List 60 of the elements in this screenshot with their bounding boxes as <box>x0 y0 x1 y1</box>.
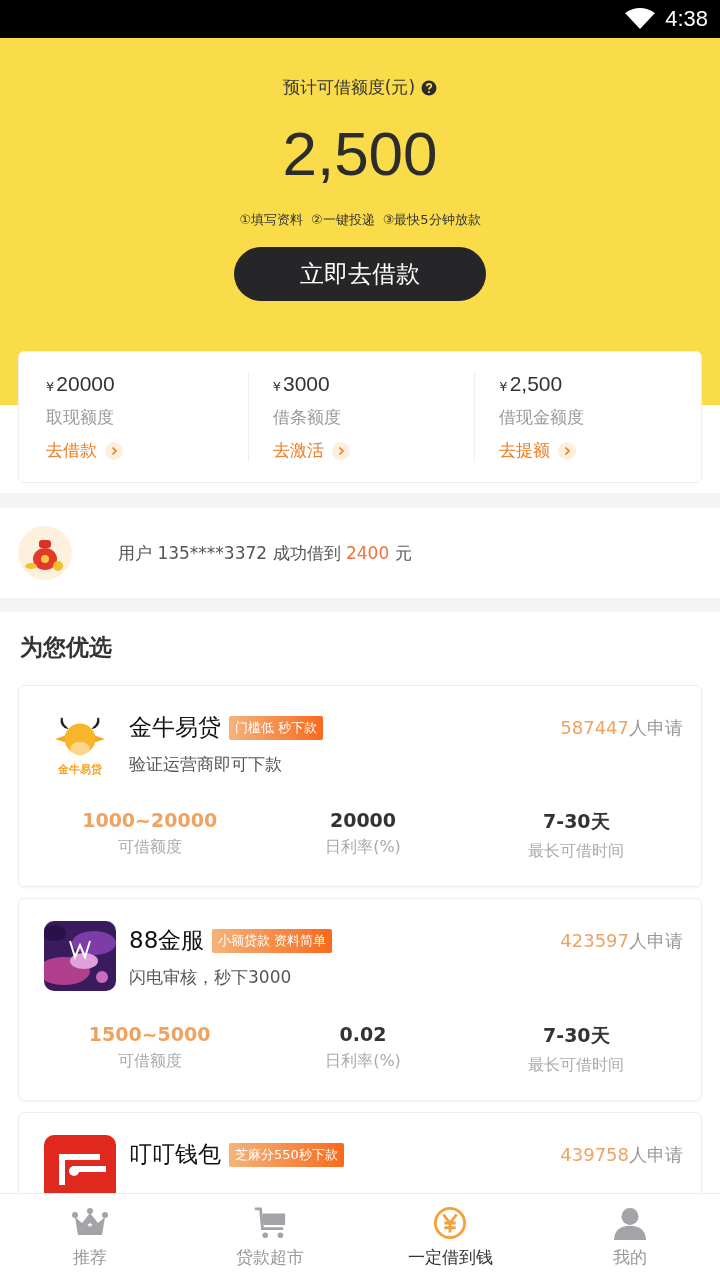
quota-link[interactable]: 去提额 <box>499 439 551 462</box>
ticker-text: 用户 135****3372 成功借到 2400 元 <box>118 541 412 565</box>
product-subtitle: 验证运营商即可下款 <box>129 753 283 776</box>
product-name: 88金服 <box>129 926 205 955</box>
help-icon[interactable] <box>421 79 438 96</box>
product-tag: 芝麻分550秒下款 <box>229 1142 344 1167</box>
tab-item[interactable]: 我的 <box>540 1194 720 1280</box>
tab-item[interactable]: 贷款超市 <box>180 1194 360 1280</box>
stat-label: 日利率(%) <box>325 1051 401 1072</box>
step-text: ③最快5分钟放款 <box>382 211 481 229</box>
quota-amount: 3000 <box>282 372 330 396</box>
step-text: ①填写资料 <box>239 211 304 229</box>
product-card[interactable]: 金牛易贷 金牛易贷 门槛低 秒下款 验证运营商即可下款 587447人申请 1000~20000 可借额度 20000 日利率(%) 7-30天 最长可借时间 <box>18 685 702 887</box>
quota-link[interactable]: 去借款 <box>46 439 97 462</box>
yen-coin-icon <box>432 1205 468 1240</box>
stat-value: 1500~5000 <box>88 1023 211 1045</box>
chevron-icon[interactable] <box>331 441 350 460</box>
person-icon <box>612 1205 648 1240</box>
chevron-icon[interactable] <box>558 441 577 460</box>
tab-item[interactable]: 一定借到钱 <box>360 1194 540 1280</box>
currency-sign: ¥ <box>272 379 281 394</box>
apply-count: 423597人申请 <box>560 929 683 953</box>
logo-text: 金牛易贷 <box>58 762 102 777</box>
product-tag: 小额贷款 资料简单 <box>212 928 333 953</box>
hero-title: 预计可借额度(元) <box>282 76 416 99</box>
product-name: 叮叮钱包 <box>129 1140 221 1169</box>
tab-item[interactable]: 推荐 <box>0 1194 180 1280</box>
product-tag: 门槛低 秒下款 <box>229 715 324 740</box>
credit-amount: 2,500 <box>282 119 438 189</box>
stat-value: 1000~20000 <box>82 809 218 831</box>
quota-label: 借条额度 <box>272 406 342 429</box>
stat-value: 7-30天 <box>543 809 610 834</box>
quota-amount: 20000 <box>56 372 115 396</box>
borrow-button[interactable]: 立即去借款 <box>234 247 486 301</box>
stat-label: 最长可借时间 <box>528 841 625 862</box>
product-name: 金牛易贷 <box>129 713 221 742</box>
quota-label: 借现金额度 <box>499 406 586 429</box>
quota-link[interactable]: 去激活 <box>272 439 324 462</box>
currency-sign: ¥ <box>499 379 508 394</box>
stat-label: 可借额度 <box>117 837 182 858</box>
stat-label: 最长可借时间 <box>528 1055 625 1076</box>
apply-count: 587447人申请 <box>560 716 683 740</box>
product-card[interactable]: 88金服 小额贷款 资料简单 闪电审核，秒下3000 423597人申请 1500~5000 可借额度 0.02 日利率(%) 7-30天 最长可借时间 <box>18 898 702 1101</box>
step-text: ②一键投递 <box>311 211 375 229</box>
section-title: 为您优选 <box>19 633 113 662</box>
cart-icon <box>252 1205 288 1240</box>
product-subtitle: 闪电审核，秒下3000 <box>129 966 293 989</box>
money-bag-icon <box>18 526 72 580</box>
quota-label: 取现额度 <box>46 406 115 429</box>
apply-count: 439758人申请 <box>560 1143 683 1167</box>
wifi-icon <box>625 8 656 30</box>
status-time: 4:38 <box>665 6 708 32</box>
currency-sign: ¥ <box>46 379 55 394</box>
stat-value: 20000 <box>329 809 397 831</box>
stat-value: 7-30天 <box>543 1023 610 1048</box>
quota-amount: 2,500 <box>509 372 563 396</box>
chevron-icon[interactable] <box>105 441 123 460</box>
stat-label: 日利率(%) <box>325 837 401 858</box>
stat-value: 0.02 <box>339 1023 387 1045</box>
stat-label: 可借额度 <box>117 1051 182 1072</box>
